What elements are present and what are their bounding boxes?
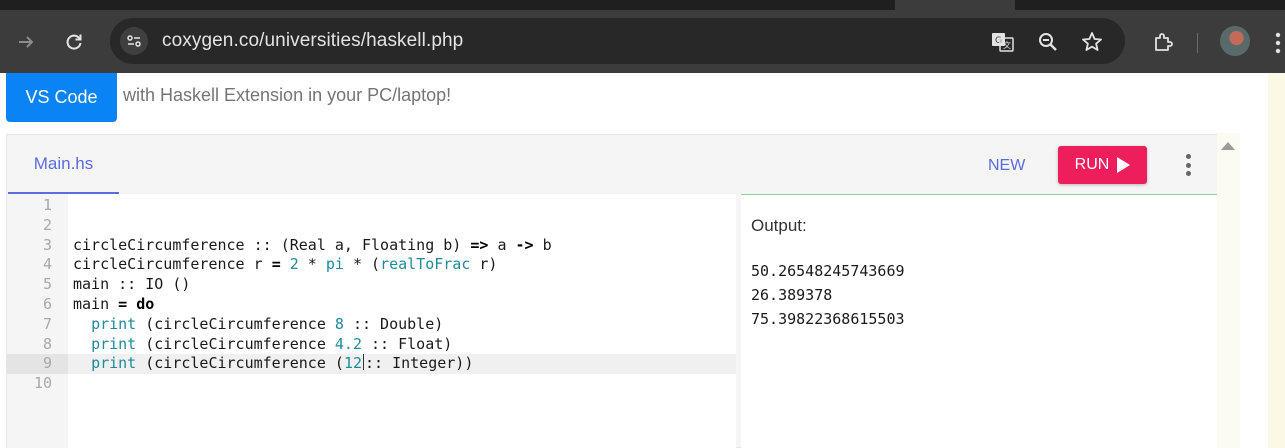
zoom-icon[interactable]: [1035, 29, 1061, 55]
translate-icon[interactable]: G文: [990, 29, 1016, 55]
code-line[interactable]: 5 main :: IO (): [7, 275, 736, 295]
address-bar[interactable]: coxygen.co/universities/haskell.php G文: [110, 18, 1125, 64]
page-content: VS Code with Haskell Extension in your P…: [0, 73, 1285, 448]
code-editor[interactable]: 1 2 3 circleCircumference :: (Real a, Flo…: [7, 194, 736, 448]
scrollbar-track[interactable]: [1216, 133, 1240, 448]
output-lines: 50.26548245743669 26.389378 75.398223686…: [751, 259, 905, 331]
play-icon: [1117, 157, 1131, 173]
forward-icon[interactable]: [8, 24, 44, 60]
run-button-label: RUN: [1074, 156, 1110, 173]
browser-toolbar: coxygen.co/universities/haskell.php G文: [0, 10, 1285, 73]
extensions-icon[interactable]: [1149, 28, 1177, 56]
line-number: 9: [7, 354, 68, 375]
code-line[interactable]: 6 main = do: [7, 295, 736, 315]
site-info-icon[interactable]: [120, 27, 148, 55]
line-number: 1: [42, 196, 52, 214]
url-text[interactable]: coxygen.co/universities/haskell.php: [162, 30, 463, 52]
code-line[interactable]: 8 print (circleCircumference 4.2 :: Floa…: [7, 335, 736, 355]
text-cursor: [363, 354, 364, 371]
output-line: 75.39822368615503: [751, 310, 905, 328]
line-number: 7: [42, 314, 52, 333]
output-panel: Output: 50.26548245743669 26.389378 75.3…: [741, 194, 1217, 448]
tab-strip-tab[interactable]: [895, 0, 1015, 10]
code-line[interactable]: 4 circleCircumference r = 2 * pi * (realT…: [7, 255, 736, 275]
bookmark-star-icon[interactable]: [1079, 29, 1105, 55]
code-line[interactable]: 3 circleCircumference :: (Real a, Floatin…: [7, 236, 736, 256]
code-line[interactable]: 1: [7, 196, 736, 216]
line-number: 10: [33, 374, 52, 393]
toolbar-separator: [1197, 33, 1198, 53]
output-title: Output:: [751, 216, 807, 235]
page-side-rail: [1268, 73, 1285, 448]
code-line[interactable]: 2: [7, 216, 736, 236]
line-number: 8: [42, 334, 52, 353]
code-editor-panel: Main.hs NEW RUN 1 2 3 circleCircumference…: [6, 134, 1217, 448]
code-line[interactable]: 7 print (circleCircumference 8 :: Double…: [7, 315, 736, 335]
svg-text:文: 文: [1003, 40, 1011, 50]
vscode-button[interactable]: VS Code: [6, 73, 117, 122]
code-line-active[interactable]: 9 print (circleCircumference (12:: Integ…: [7, 354, 736, 375]
reload-icon[interactable]: [56, 24, 92, 60]
tab-strip: [0, 0, 1285, 10]
line-number: 6: [42, 294, 52, 313]
output-line: 26.389378: [751, 286, 833, 304]
line-number: 4: [42, 255, 52, 274]
menu-icon[interactable]: [1272, 30, 1285, 56]
code-lines[interactable]: 1 2 3 circleCircumference :: (Real a, Flo…: [7, 196, 736, 394]
line-number: 5: [42, 275, 52, 294]
line-number: 3: [42, 235, 52, 254]
scroll-up-arrow-icon[interactable]: [1221, 142, 1235, 150]
run-button[interactable]: RUN: [1058, 146, 1147, 184]
line-number: 2: [42, 215, 52, 234]
editor-tabbar: Main.hs NEW RUN: [7, 135, 1217, 194]
new-button[interactable]: NEW: [988, 157, 1025, 175]
code-line[interactable]: 10: [7, 374, 736, 394]
output-line: 50.26548245743669: [751, 262, 905, 280]
promo-text: with Haskell Extension in your PC/laptop…: [123, 85, 452, 105]
profile-avatar[interactable]: [1220, 26, 1250, 56]
tab-main-hs[interactable]: Main.hs: [8, 135, 119, 194]
more-options-icon[interactable]: [1184, 154, 1192, 176]
